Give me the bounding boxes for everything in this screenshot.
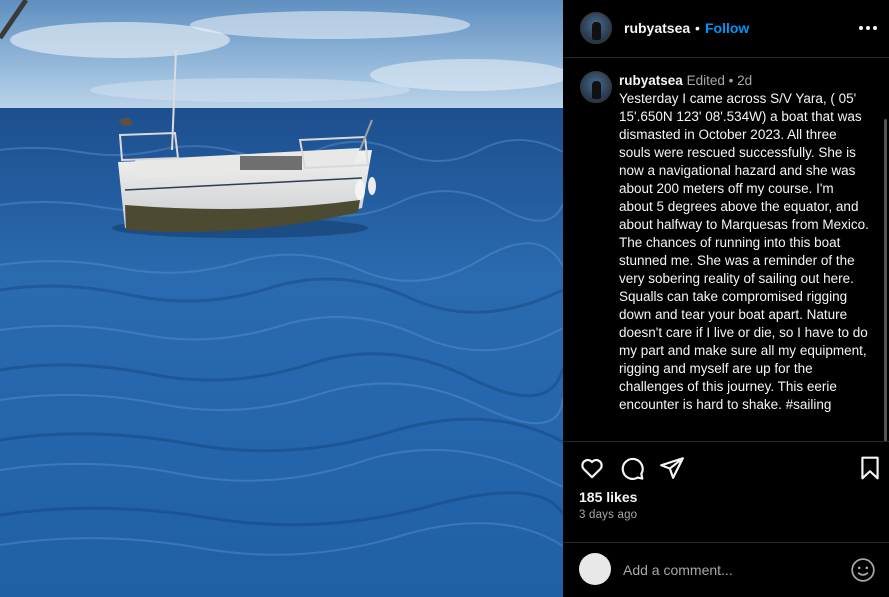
bookmark-icon[interactable] (857, 455, 883, 481)
post-actions: 185 likes 3 days ago (563, 441, 889, 597)
follow-button[interactable]: Follow (705, 20, 749, 36)
post-photo[interactable] (0, 0, 563, 597)
share-icon[interactable] (659, 455, 685, 481)
sailboat-photo (0, 0, 563, 597)
caption-avatar[interactable] (580, 71, 612, 103)
caption: rubyatsea Edited • 2d Yesterday I came ac… (619, 72, 869, 414)
user-avatar (579, 553, 611, 585)
avatar[interactable] (580, 12, 612, 44)
comment-input[interactable] (623, 559, 843, 581)
caption-timestamp[interactable]: 2d (737, 73, 752, 88)
caption-body: Yesterday I came across S/V Yara, ( 05' … (619, 91, 869, 412)
edited-label: Edited (686, 73, 725, 88)
comment-bar (563, 542, 889, 597)
like-count[interactable]: 185 likes (579, 489, 637, 505)
post-date[interactable]: 3 days ago (579, 509, 637, 521)
post-header: rubyatsea • Follow (563, 0, 889, 58)
header-separator: • (695, 20, 700, 36)
scrollbar[interactable] (884, 119, 887, 441)
caption-area[interactable]: rubyatsea Edited • 2d Yesterday I came ac… (563, 59, 889, 441)
heart-icon[interactable] (579, 455, 605, 481)
emoji-icon[interactable] (850, 557, 876, 583)
header-username[interactable]: rubyatsea (624, 20, 690, 36)
more-icon[interactable] (859, 26, 879, 32)
caption-username[interactable]: rubyatsea (619, 73, 683, 88)
comment-icon[interactable] (619, 455, 645, 481)
post-sidebar: rubyatsea • Follow rubyatsea Edited • 2d… (563, 0, 889, 597)
caption-separator: • (728, 73, 734, 88)
